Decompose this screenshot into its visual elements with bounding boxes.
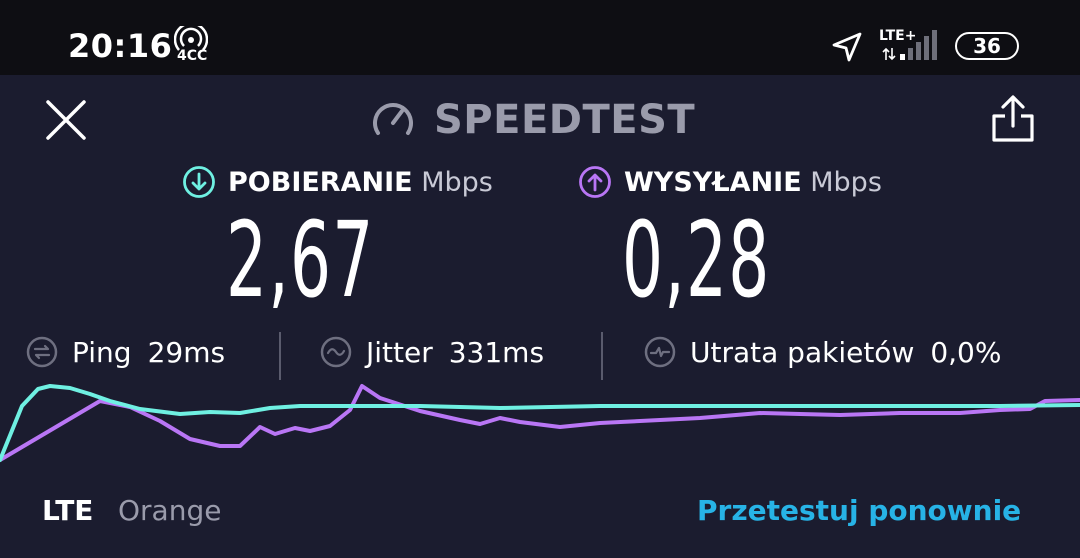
packet-loss-label: Utrata pakietów xyxy=(690,335,915,369)
close-icon[interactable] xyxy=(42,96,90,144)
stat-divider xyxy=(279,332,281,380)
upload-value: 0,28 xyxy=(622,199,771,321)
share-icon[interactable] xyxy=(988,94,1038,144)
download-label: POBIERANIE xyxy=(228,166,413,198)
ping-icon xyxy=(26,336,58,368)
app-title: SPEEDTEST xyxy=(434,97,696,143)
hotspot-label: 4CC xyxy=(177,48,208,64)
battery-icon: 36 xyxy=(955,32,1019,60)
ping-label: Ping xyxy=(72,335,132,369)
jitter-label: Jitter xyxy=(366,335,433,369)
status-bar: 20:16 4CC LTE+ 36 xyxy=(0,0,1080,75)
packet-loss-icon xyxy=(644,336,676,368)
download-value: 2,67 xyxy=(226,199,375,321)
carrier-name: Orange xyxy=(118,494,222,527)
location-icon xyxy=(832,32,862,62)
download-arrow-icon xyxy=(183,166,215,198)
data-arrows-icon xyxy=(882,47,896,61)
status-time: 20:16 xyxy=(68,27,173,65)
speed-graph xyxy=(0,384,1080,462)
signal-icon xyxy=(900,30,937,60)
packet-loss-value: 0,0% xyxy=(930,335,1002,369)
app-header: SPEEDTEST xyxy=(370,96,695,144)
upload-speed-line xyxy=(0,384,1080,462)
ping-stat: Ping 29ms xyxy=(26,330,225,374)
upload-header: WYSYŁANIE Mbps xyxy=(578,164,882,200)
battery-level: 36 xyxy=(973,34,1001,58)
jitter-value: 331ms xyxy=(448,335,545,369)
stat-divider xyxy=(601,332,603,380)
ping-value: 29ms xyxy=(147,335,226,369)
jitter-stat: Jitter 331ms xyxy=(320,330,544,374)
retest-button[interactable]: Przetestuj ponownie xyxy=(697,494,1021,527)
download-unit: Mbps xyxy=(421,166,493,198)
packet-loss-stat: Utrata pakietów 0,0% xyxy=(644,330,1001,374)
jitter-icon xyxy=(320,336,352,368)
network-type: LTE xyxy=(42,494,94,527)
upload-label: WYSYŁANIE xyxy=(624,166,802,198)
upload-unit: Mbps xyxy=(810,166,882,198)
download-header: POBIERANIE Mbps xyxy=(182,164,493,200)
upload-arrow-icon xyxy=(579,166,611,198)
gauge-icon xyxy=(373,103,413,135)
